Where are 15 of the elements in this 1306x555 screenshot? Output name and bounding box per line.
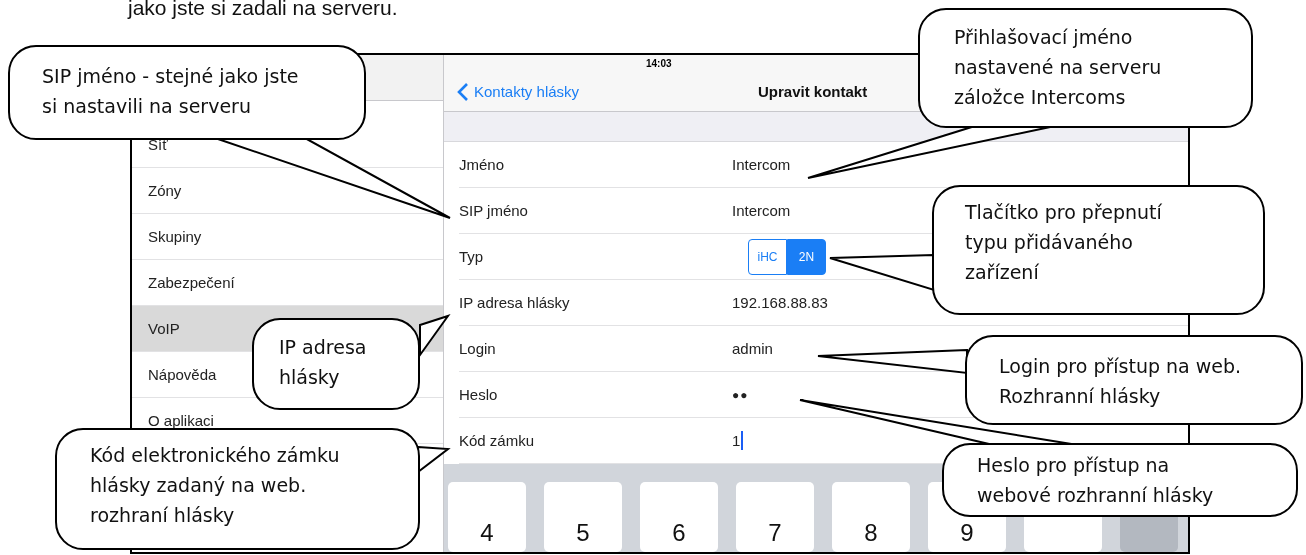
field-label: SIP jméno xyxy=(459,202,529,219)
callout-tooltip: Tlačítko pro přepnutí typu přidávaného zařízení xyxy=(932,185,1265,315)
callout-tooltip: Heslo pro přístup na webové rozhranní hlásky xyxy=(942,443,1298,517)
field-label: Heslo xyxy=(459,386,499,403)
field-label: Login xyxy=(459,340,497,357)
field-label: IP adresa hlásky xyxy=(459,294,571,311)
body-text: jako jste si zadali na serveru. xyxy=(128,0,398,20)
callout-tooltip: IP adresa hlásky xyxy=(252,318,420,410)
field-label: Jméno xyxy=(459,156,506,173)
callout-tooltip: Kód elektronického zámku hlásky zadaný na web. rozhraní hlásky xyxy=(55,428,420,550)
field-label: Typ xyxy=(459,248,485,265)
callout-tooltip: SIP jméno - stejné jako jste si nastavili na serveru xyxy=(8,45,366,140)
screen-title: Upravit kontakt xyxy=(758,83,868,101)
status-time: 14:03 xyxy=(646,58,672,69)
field-label: Kód zámku xyxy=(459,432,536,449)
